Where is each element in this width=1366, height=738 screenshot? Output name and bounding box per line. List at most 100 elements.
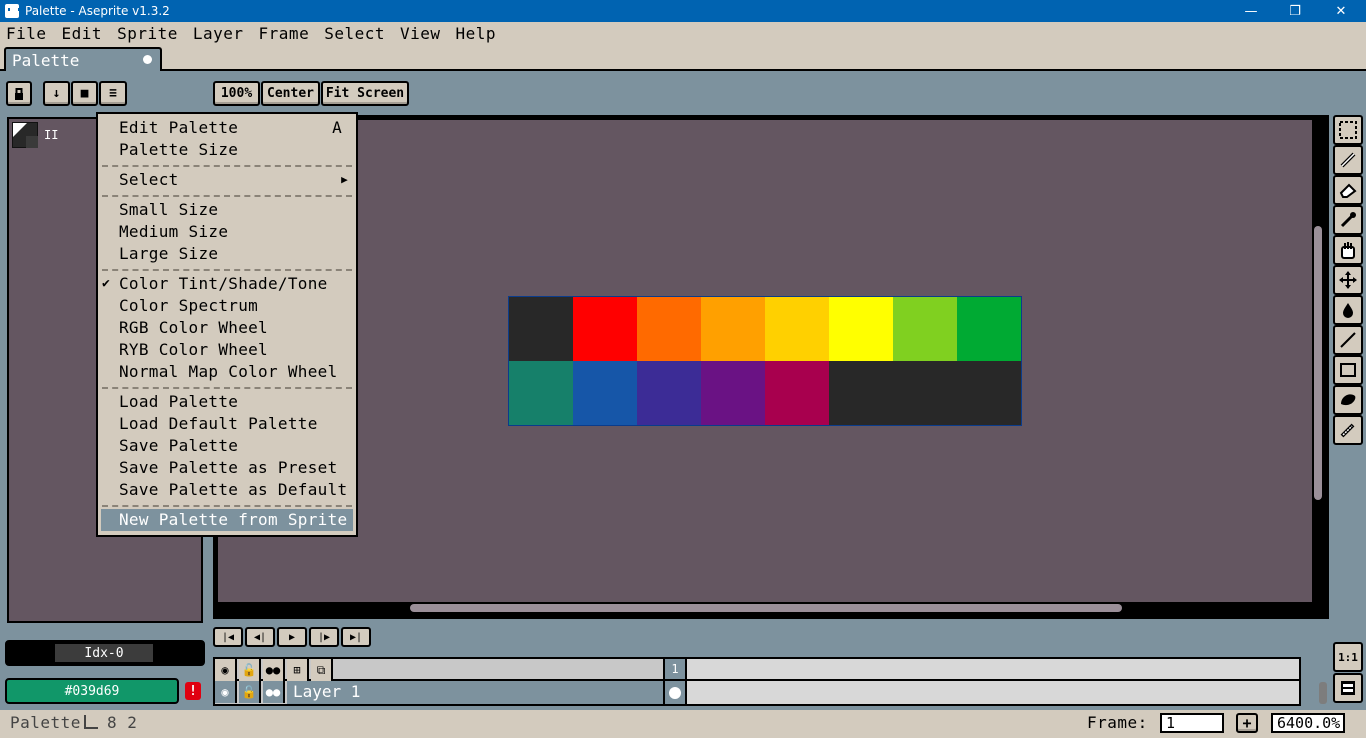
visibility-icon[interactable]: ◉ bbox=[215, 659, 237, 681]
palette-swatch[interactable] bbox=[829, 297, 893, 361]
menu-item-label: Select bbox=[119, 170, 179, 189]
menu-item-small-size[interactable]: Small Size bbox=[98, 199, 356, 221]
palette-swatch[interactable] bbox=[573, 297, 637, 361]
frame-input[interactable]: 1 bbox=[1160, 713, 1224, 733]
menu-frame[interactable]: Frame bbox=[252, 24, 318, 43]
blur-icon[interactable] bbox=[1333, 415, 1363, 445]
menu-edit[interactable]: Edit bbox=[55, 24, 111, 43]
zoom-input[interactable]: 6400.0% bbox=[1271, 713, 1345, 733]
next-frame-icon[interactable]: |▶ bbox=[309, 627, 339, 647]
menu-layer[interactable]: Layer bbox=[186, 24, 252, 43]
timeline-scrollbar[interactable] bbox=[1319, 682, 1327, 704]
window-title: Palette - Aseprite v1.3.2 bbox=[25, 4, 170, 18]
play-icon[interactable]: ▶ bbox=[277, 627, 307, 647]
eraser-icon[interactable] bbox=[1333, 175, 1363, 205]
menu-item-load-default-palette[interactable]: Load Default Palette bbox=[98, 413, 356, 435]
zoom-100-button[interactable]: 100% bbox=[213, 81, 260, 106]
menu-item-large-size[interactable]: Large Size bbox=[98, 243, 356, 265]
menu-item-load-palette[interactable]: Load Palette bbox=[98, 391, 356, 413]
contour-icon[interactable] bbox=[1333, 385, 1363, 415]
line-icon[interactable] bbox=[1333, 325, 1363, 355]
layer-row[interactable]: ◉ 🔓 ●● Layer 1 bbox=[213, 681, 1301, 706]
layer-name[interactable]: Layer 1 bbox=[287, 681, 663, 704]
palette-swatch[interactable] bbox=[765, 361, 829, 425]
fit-screen-button[interactable]: Fit Screen bbox=[321, 81, 409, 106]
add-frame-button[interactable]: + bbox=[1236, 713, 1258, 733]
menu-item-palette-size[interactable]: Palette Size bbox=[98, 139, 356, 161]
menu-separator bbox=[102, 505, 352, 507]
tab-label: Palette bbox=[12, 51, 80, 70]
cel-1[interactable] bbox=[663, 681, 687, 704]
pencil-icon[interactable] bbox=[1333, 145, 1363, 175]
palette-swatch[interactable] bbox=[637, 361, 701, 425]
canvas-size-icon bbox=[84, 715, 98, 729]
rectangle-icon[interactable] bbox=[1333, 355, 1363, 385]
palette-swatch[interactable] bbox=[701, 361, 765, 425]
vertical-scrollbar[interactable] bbox=[1314, 226, 1322, 500]
previous-frame-icon[interactable]: ◀| bbox=[245, 627, 275, 647]
layer-continuous-icon[interactable]: ●● bbox=[263, 681, 285, 703]
menu-item-save-palette-as-preset[interactable]: Save Palette as Preset bbox=[98, 457, 356, 479]
first-frame-icon[interactable]: |◀ bbox=[213, 627, 243, 647]
palette-swatch[interactable] bbox=[765, 297, 829, 361]
continuous-icon[interactable]: ●● bbox=[263, 659, 285, 681]
menu-item-save-palette[interactable]: Save Palette bbox=[98, 435, 356, 457]
menu-item-normal-map-color-wheel[interactable]: Normal Map Color Wheel bbox=[98, 361, 356, 383]
palette-swatch[interactable] bbox=[701, 297, 765, 361]
menu-sprite[interactable]: Sprite bbox=[110, 24, 186, 43]
layer-lock-icon[interactable]: 🔓 bbox=[239, 681, 261, 703]
palette-swatch[interactable] bbox=[573, 361, 637, 425]
center-button[interactable]: Center bbox=[261, 81, 320, 106]
menu-item-color-tint-shade-tone[interactable]: ✔ Color Tint/Shade/Tone bbox=[98, 273, 356, 295]
palette-arrow-down-icon[interactable]: ↓ bbox=[43, 81, 70, 106]
frame-header-empty bbox=[687, 659, 1299, 679]
palette-swatch[interactable] bbox=[509, 361, 573, 425]
palette-swatch[interactable] bbox=[893, 361, 957, 425]
fill-icon[interactable] bbox=[1333, 295, 1363, 325]
menu-item-new-palette-from-sprite[interactable]: New Palette from Sprite bbox=[101, 509, 353, 531]
menu-select[interactable]: Select bbox=[317, 24, 393, 43]
palette-first-entry[interactable] bbox=[12, 122, 38, 148]
marquee-icon[interactable] bbox=[1333, 115, 1363, 145]
menu-file[interactable]: File bbox=[0, 24, 55, 43]
foreground-color-button[interactable]: #039d69 bbox=[5, 678, 179, 704]
palette-swatch[interactable] bbox=[637, 297, 701, 361]
layer-visibility-icon[interactable]: ◉ bbox=[215, 681, 237, 703]
last-frame-icon[interactable]: ▶| bbox=[341, 627, 371, 647]
menu-item-color-spectrum[interactable]: Color Spectrum bbox=[98, 295, 356, 317]
move-icon[interactable] bbox=[1333, 265, 1363, 295]
layer-tree-icon[interactable]: ⊞ bbox=[287, 659, 309, 681]
palette-swatch[interactable] bbox=[509, 297, 573, 361]
menu-item-medium-size[interactable]: Medium Size bbox=[98, 221, 356, 243]
tab-palette[interactable]: Palette bbox=[4, 47, 162, 71]
palette-swatch[interactable] bbox=[957, 297, 1021, 361]
hand-icon[interactable] bbox=[1333, 235, 1363, 265]
lock-icon[interactable]: 🔓 bbox=[239, 659, 261, 681]
palette-swatch[interactable] bbox=[957, 361, 1021, 425]
film-strip-icon[interactable] bbox=[1333, 673, 1363, 703]
menu-item-save-palette-as-default[interactable]: Save Palette as Default bbox=[98, 479, 356, 501]
palette-swatch[interactable] bbox=[829, 361, 893, 425]
lock-icon[interactable] bbox=[6, 81, 32, 106]
palette-swatch[interactable] bbox=[893, 297, 957, 361]
minimize-button[interactable]: — bbox=[1228, 0, 1274, 22]
menu-item-select[interactable]: Select ▶ bbox=[98, 169, 356, 191]
close-button[interactable]: ✕ bbox=[1318, 0, 1364, 22]
palette-save-icon[interactable]: ■ bbox=[71, 81, 98, 106]
menu-view[interactable]: View bbox=[393, 24, 449, 43]
maximize-button[interactable]: ❐ bbox=[1272, 0, 1318, 22]
menu-item-edit-palette[interactable]: Edit Palette A bbox=[98, 117, 356, 139]
tab-modified-dot-icon[interactable] bbox=[143, 55, 152, 64]
warning-icon[interactable]: ! bbox=[185, 682, 201, 700]
horizontal-scrollbar[interactable] bbox=[410, 604, 1122, 612]
eyedropper-icon[interactable] bbox=[1333, 205, 1363, 235]
onion-skin-icon[interactable]: ⧉ bbox=[311, 659, 333, 681]
status-label: Palette bbox=[10, 713, 81, 732]
menu-help[interactable]: Help bbox=[449, 24, 505, 43]
zoom-one-to-one-button[interactable]: 1:1 bbox=[1333, 642, 1363, 672]
menu-item-ryb-color-wheel[interactable]: RYB Color Wheel bbox=[98, 339, 356, 361]
palette-options-icon[interactable]: ≡ bbox=[99, 81, 127, 106]
frame-header-1[interactable]: 1 bbox=[663, 659, 687, 679]
palette-sprite-swatches[interactable] bbox=[508, 296, 1022, 426]
menu-item-rgb-color-wheel[interactable]: RGB Color Wheel bbox=[98, 317, 356, 339]
